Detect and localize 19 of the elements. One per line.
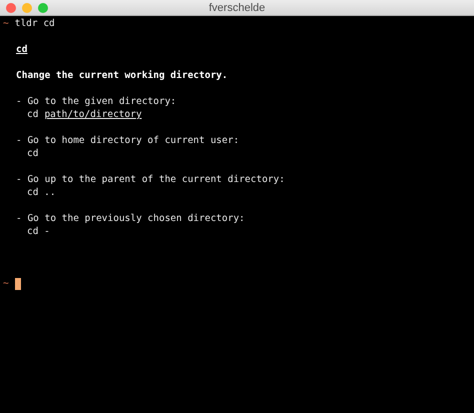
- example-description: - Go to home directory of current user:: [16, 135, 240, 146]
- page-description: Change the current working directory.: [16, 70, 228, 81]
- window-title: fverschelde: [208, 0, 266, 14]
- example-argument: path/to/directory: [44, 108, 142, 121]
- example-description: - Go to the given directory:: [16, 96, 176, 107]
- prompt-symbol: ~: [3, 17, 9, 30]
- example-command: cd: [27, 108, 38, 121]
- close-icon[interactable]: [6, 2, 16, 12]
- example-description: - Go up to the parent of the current directory:: [16, 174, 285, 185]
- cursor-block: [14, 278, 21, 290]
- prompt-symbol: ~: [3, 277, 9, 290]
- minimize-icon[interactable]: [22, 2, 32, 12]
- example-description: - Go to the previously chosen directory:: [16, 213, 245, 224]
- example-command: cd ..: [27, 186, 56, 199]
- page-name: cd: [16, 44, 28, 55]
- example-command: cd -: [27, 225, 50, 238]
- command-text: tldr cd: [14, 17, 55, 30]
- zoom-icon[interactable]: [38, 2, 48, 12]
- example-command: cd: [27, 147, 38, 160]
